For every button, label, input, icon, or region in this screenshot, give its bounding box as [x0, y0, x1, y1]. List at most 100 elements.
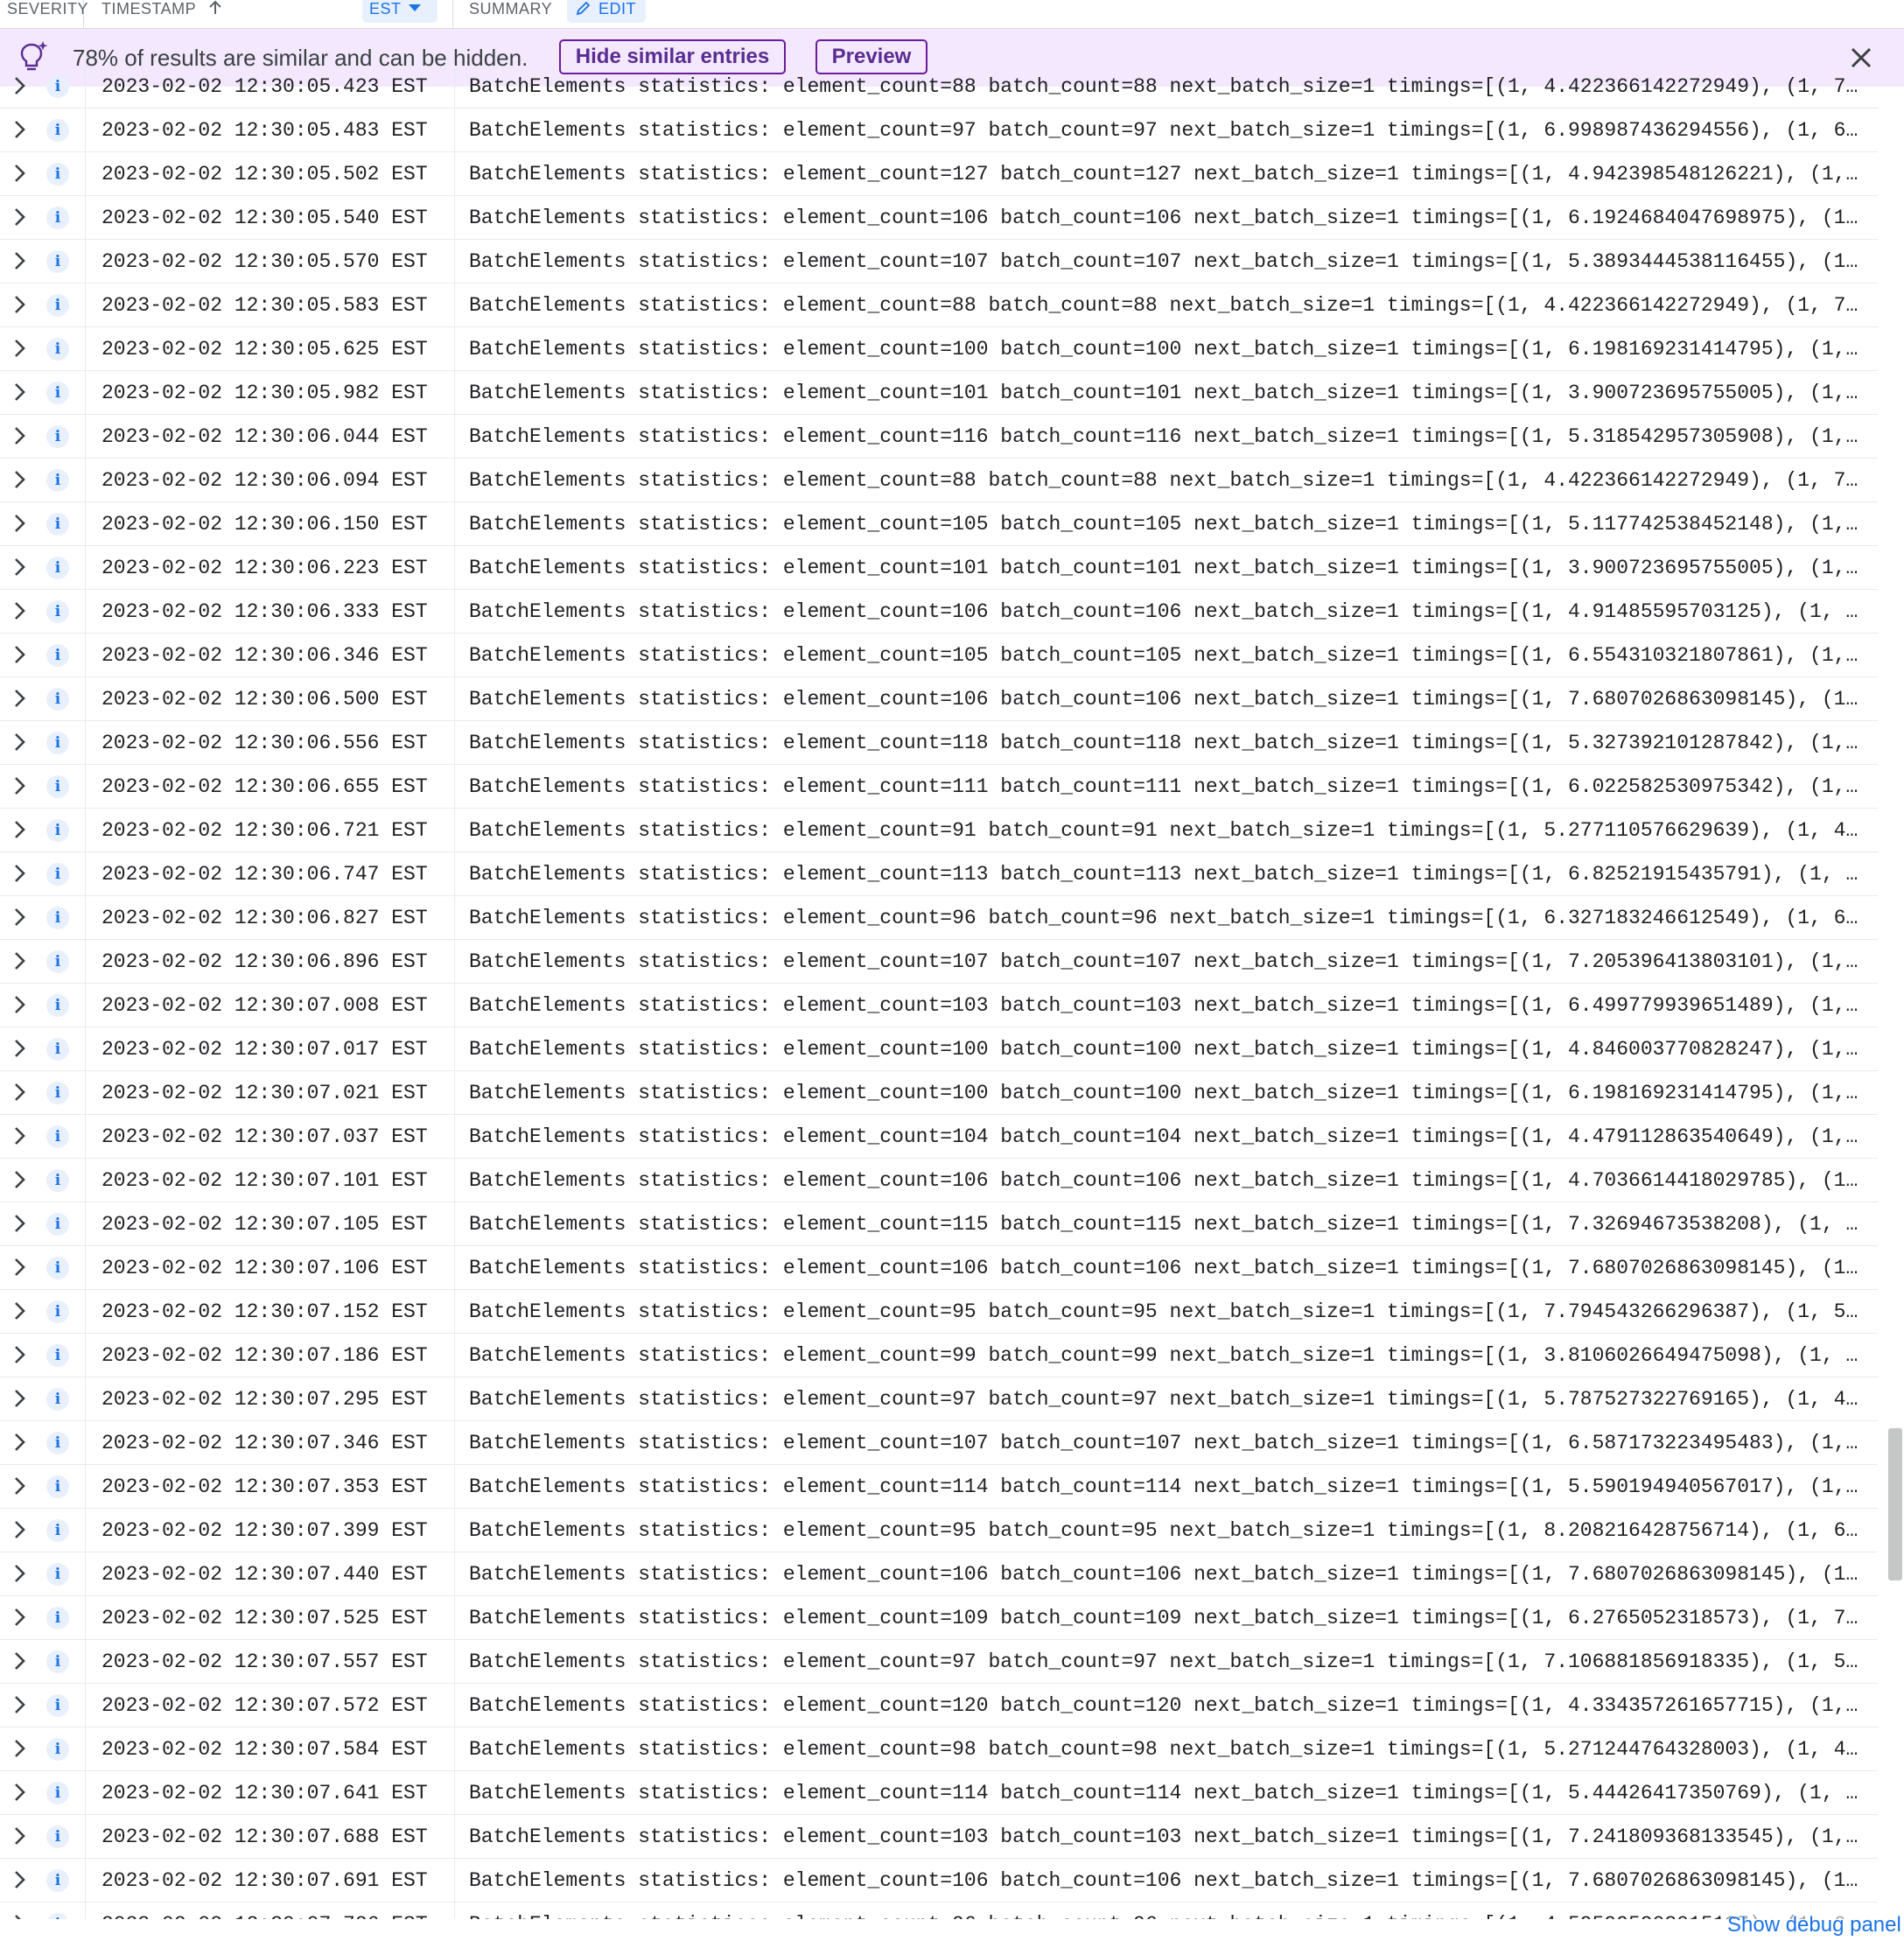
column-divider: [85, 459, 86, 502]
table-row[interactable]: i 2023-02-02 12:30:06.896 EST BatchElement…: [0, 940, 1878, 984]
table-row[interactable]: i 2023-02-02 12:30:07.106 EST BatchElement…: [0, 1246, 1878, 1290]
table-row[interactable]: i 2023-02-02 12:30:07.008 EST BatchElement…: [0, 984, 1878, 1027]
column-divider: [85, 721, 86, 765]
expand-chevron-icon[interactable]: [10, 557, 28, 584]
expand-chevron-icon[interactable]: [10, 1125, 28, 1153]
table-row[interactable]: i 2023-02-02 12:30:07.101 EST BatchElement…: [0, 1159, 1878, 1202]
expand-chevron-icon[interactable]: [10, 1388, 28, 1415]
expand-chevron-icon[interactable]: [10, 1825, 28, 1853]
column-divider: [85, 852, 86, 896]
show-debug-panel-link[interactable]: Show debug panel: [1727, 1913, 1901, 1937]
expand-chevron-icon[interactable]: [10, 863, 28, 890]
vertical-scrollbar[interactable]: [1888, 1428, 1902, 1580]
expand-chevron-icon[interactable]: [10, 1300, 28, 1328]
table-row[interactable]: i 2023-02-02 12:30:06.333 EST BatchElement…: [0, 590, 1878, 634]
expand-chevron-icon[interactable]: [10, 1913, 28, 1919]
expand-chevron-icon[interactable]: [10, 1038, 28, 1065]
table-row[interactable]: i 2023-02-02 12:30:05.483 EST BatchElement…: [0, 109, 1878, 152]
table-row[interactable]: i 2023-02-02 12:30:05.583 EST BatchElement…: [0, 284, 1878, 327]
expand-chevron-icon[interactable]: [10, 1563, 28, 1590]
table-row[interactable]: i 2023-02-02 12:30:07.399 EST BatchElement…: [0, 1509, 1878, 1552]
expand-chevron-icon[interactable]: [10, 950, 28, 978]
table-row[interactable]: i 2023-02-02 12:30:05.502 EST BatchElement…: [0, 152, 1878, 196]
row-timestamp: 2023-02-02 12:30:05.502 EST: [102, 163, 428, 186]
table-row[interactable]: i 2023-02-02 12:30:06.223 EST BatchElement…: [0, 546, 1878, 590]
expand-chevron-icon[interactable]: [10, 338, 28, 365]
table-row[interactable]: i 2023-02-02 12:30:06.556 EST BatchElement…: [0, 721, 1878, 765]
table-row[interactable]: i 2023-02-02 12:30:06.721 EST BatchElement…: [0, 809, 1878, 852]
table-row[interactable]: i 2023-02-02 12:30:06.655 EST BatchElement…: [0, 765, 1878, 809]
expand-chevron-icon[interactable]: [10, 1169, 28, 1196]
expand-chevron-icon[interactable]: [10, 819, 28, 846]
column-divider: [454, 327, 455, 371]
table-row[interactable]: i 2023-02-02 12:30:07.726 EST BatchElement…: [0, 1902, 1878, 1919]
table-row[interactable]: i 2023-02-02 12:30:07.037 EST BatchElement…: [0, 1115, 1878, 1159]
sort-ascending-icon[interactable]: [208, 0, 222, 20]
table-row[interactable]: i 2023-02-02 12:30:06.747 EST BatchElement…: [0, 852, 1878, 896]
expand-chevron-icon[interactable]: [10, 775, 28, 802]
table-row[interactable]: i 2023-02-02 12:30:06.094 EST BatchElement…: [0, 459, 1878, 502]
expand-chevron-icon[interactable]: [10, 294, 28, 321]
row-timestamp: 2023-02-02 12:30:07.037 EST: [102, 1125, 428, 1148]
expand-chevron-icon[interactable]: [10, 382, 28, 409]
table-row[interactable]: i 2023-02-02 12:30:06.150 EST BatchElement…: [0, 502, 1878, 546]
column-divider: [85, 371, 86, 415]
expand-chevron-icon[interactable]: [10, 75, 28, 102]
expand-chevron-icon[interactable]: [10, 1475, 28, 1503]
table-row[interactable]: i 2023-02-02 12:30:05.540 EST BatchElement…: [0, 196, 1878, 240]
expand-chevron-icon[interactable]: [10, 1607, 28, 1634]
edit-summary-button[interactable]: EDIT: [567, 0, 646, 23]
table-row[interactable]: i 2023-02-02 12:30:05.423 EST BatchElement…: [0, 65, 1878, 109]
expand-chevron-icon[interactable]: [10, 1257, 28, 1284]
table-row[interactable]: i 2023-02-02 12:30:07.440 EST BatchElement…: [0, 1552, 1878, 1596]
column-header-severity[interactable]: SEVERITY: [0, 0, 88, 28]
table-row[interactable]: i 2023-02-02 12:30:07.017 EST BatchElement…: [0, 1027, 1878, 1071]
expand-chevron-icon[interactable]: [10, 994, 28, 1021]
expand-chevron-icon[interactable]: [10, 907, 28, 934]
expand-chevron-icon[interactable]: [10, 119, 28, 146]
expand-chevron-icon[interactable]: [10, 469, 28, 496]
expand-chevron-icon[interactable]: [10, 1738, 28, 1765]
table-row[interactable]: i 2023-02-02 12:30:07.572 EST BatchElement…: [0, 1684, 1878, 1727]
expand-chevron-icon[interactable]: [10, 1869, 28, 1896]
table-row[interactable]: i 2023-02-02 12:30:06.044 EST BatchElement…: [0, 415, 1878, 459]
table-row[interactable]: i 2023-02-02 12:30:07.557 EST BatchElement…: [0, 1640, 1878, 1684]
table-row[interactable]: i 2023-02-02 12:30:07.353 EST BatchElement…: [0, 1465, 1878, 1509]
table-row[interactable]: i 2023-02-02 12:30:06.346 EST BatchElement…: [0, 634, 1878, 677]
expand-chevron-icon[interactable]: [10, 1344, 28, 1371]
table-row[interactable]: i 2023-02-02 12:30:05.982 EST BatchElement…: [0, 371, 1878, 415]
column-divider: [85, 1552, 86, 1596]
expand-chevron-icon[interactable]: [10, 250, 28, 277]
table-row[interactable]: i 2023-02-02 12:30:07.295 EST BatchElement…: [0, 1377, 1878, 1421]
expand-chevron-icon[interactable]: [10, 644, 28, 671]
expand-chevron-icon[interactable]: [10, 207, 28, 234]
table-row[interactable]: i 2023-02-02 12:30:07.691 EST BatchElement…: [0, 1859, 1878, 1902]
expand-chevron-icon[interactable]: [10, 1650, 28, 1678]
expand-chevron-icon[interactable]: [10, 163, 28, 190]
expand-chevron-icon[interactable]: [10, 1082, 28, 1109]
expand-chevron-icon[interactable]: [10, 425, 28, 452]
table-row[interactable]: i 2023-02-02 12:30:07.525 EST BatchElement…: [0, 1596, 1878, 1640]
expand-chevron-icon[interactable]: [10, 513, 28, 540]
expand-chevron-icon[interactable]: [10, 1782, 28, 1809]
table-row[interactable]: i 2023-02-02 12:30:07.021 EST BatchElement…: [0, 1071, 1878, 1115]
table-row[interactable]: i 2023-02-02 12:30:07.152 EST BatchElement…: [0, 1290, 1878, 1334]
table-row[interactable]: i 2023-02-02 12:30:07.584 EST BatchElement…: [0, 1727, 1878, 1771]
table-row[interactable]: i 2023-02-02 12:30:07.186 EST BatchElement…: [0, 1334, 1878, 1377]
timezone-dropdown[interactable]: EST: [362, 0, 438, 23]
expand-chevron-icon[interactable]: [10, 732, 28, 759]
expand-chevron-icon[interactable]: [10, 1694, 28, 1721]
table-row[interactable]: i 2023-02-02 12:30:07.688 EST BatchElement…: [0, 1815, 1878, 1859]
table-row[interactable]: i 2023-02-02 12:30:07.105 EST BatchElement…: [0, 1202, 1878, 1246]
table-row[interactable]: i 2023-02-02 12:30:05.570 EST BatchElement…: [0, 240, 1878, 284]
expand-chevron-icon[interactable]: [10, 600, 28, 627]
expand-chevron-icon[interactable]: [10, 1213, 28, 1240]
table-row[interactable]: i 2023-02-02 12:30:07.346 EST BatchElement…: [0, 1421, 1878, 1465]
table-row[interactable]: i 2023-02-02 12:30:07.641 EST BatchElement…: [0, 1771, 1878, 1815]
table-row[interactable]: i 2023-02-02 12:30:06.500 EST BatchElement…: [0, 677, 1878, 721]
table-row[interactable]: i 2023-02-02 12:30:05.625 EST BatchElement…: [0, 327, 1878, 371]
expand-chevron-icon[interactable]: [10, 1519, 28, 1546]
expand-chevron-icon[interactable]: [10, 688, 28, 715]
expand-chevron-icon[interactable]: [10, 1432, 28, 1459]
table-row[interactable]: i 2023-02-02 12:30:06.827 EST BatchElement…: [0, 896, 1878, 940]
